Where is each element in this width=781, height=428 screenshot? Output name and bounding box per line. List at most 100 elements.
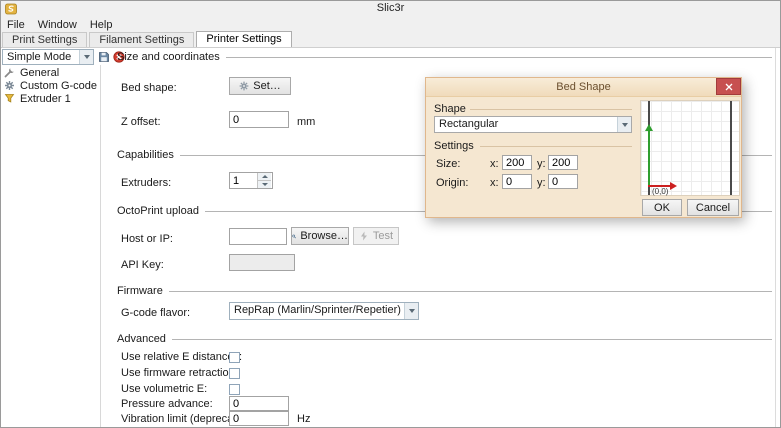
size-label: Size: <box>436 158 460 170</box>
origin-x-label: x: <box>490 177 499 189</box>
section-advanced: Advanced <box>117 333 772 345</box>
section-size-coordinates: Size and coordinates <box>117 51 772 63</box>
extruders-label: Extruders: <box>121 177 171 189</box>
dialog-close-button[interactable] <box>716 78 741 95</box>
section-rule <box>172 339 772 340</box>
origin-annotation: (0,0) <box>652 187 668 196</box>
test-button: Test <box>353 227 399 245</box>
section-title: Size and coordinates <box>117 51 220 63</box>
tree-item-extruder-1[interactable]: Extruder 1 <box>4 92 98 105</box>
x-axis-arrow-icon <box>670 182 677 190</box>
host-input[interactable] <box>229 228 287 245</box>
section-firmware: Firmware <box>117 285 772 297</box>
menu-file[interactable]: File <box>7 19 25 31</box>
extruders-spinner[interactable] <box>229 172 273 189</box>
tab-filament-settings[interactable]: Filament Settings <box>89 32 194 47</box>
tab-bar: Print Settings Filament Settings Printer… <box>1 32 780 48</box>
settings-group-rule <box>480 146 632 147</box>
close-icon <box>725 83 733 91</box>
mode-select-value: Simple Mode <box>3 50 79 64</box>
scrollbar-track[interactable] <box>775 48 776 427</box>
wrench-icon <box>4 67 15 78</box>
tree-item-label: Custom G-code <box>20 80 97 92</box>
cancel-button[interactable]: Cancel <box>687 199 739 216</box>
firmware-retraction-checkbox[interactable] <box>229 368 240 379</box>
size-y-input[interactable] <box>548 155 578 170</box>
ok-button[interactable]: OK <box>642 199 682 216</box>
tab-print-settings[interactable]: Print Settings <box>2 32 87 47</box>
menu-window[interactable]: Window <box>38 19 77 31</box>
test-button-label: Test <box>373 230 393 242</box>
shape-group-label: Shape <box>434 103 466 115</box>
tree-item-custom-gcode[interactable]: Custom G-code <box>4 79 98 92</box>
size-x-input[interactable] <box>502 155 532 170</box>
tree-item-label: General <box>20 67 59 79</box>
slic3r-window: Slic3r File Window Help Print Settings F… <box>0 0 781 428</box>
relative-e-label: Use relative E distances: <box>121 351 242 363</box>
section-rule <box>169 291 772 292</box>
z-offset-unit: mm <box>297 116 315 128</box>
extruders-input[interactable] <box>230 173 257 188</box>
firmware-retraction-label: Use firmware retraction: <box>121 367 238 379</box>
spinner-down-icon[interactable] <box>258 180 271 188</box>
z-offset-label: Z offset: <box>121 116 161 128</box>
set-gear-icon <box>239 81 249 91</box>
test-icon <box>359 231 369 241</box>
sidebar-divider <box>100 65 101 427</box>
gcode-flavor-select[interactable]: RepRap (Marlin/Sprinter/Repetier) <box>229 302 419 320</box>
mode-select[interactable]: Simple Mode <box>2 49 94 65</box>
spinner-up-icon[interactable] <box>258 173 271 180</box>
bed-shape-set-button[interactable]: Set… <box>229 77 291 95</box>
gcode-flavor-label: G-code flavor: <box>121 307 190 319</box>
gear-icon <box>4 80 15 91</box>
tree-item-general[interactable]: General <box>4 66 98 79</box>
relative-e-checkbox[interactable] <box>229 352 240 363</box>
section-rule <box>226 57 772 58</box>
menu-bar: File Window Help <box>1 17 780 32</box>
api-key-label: API Key: <box>121 259 164 271</box>
z-offset-input[interactable] <box>229 111 289 128</box>
vibration-limit-unit: Hz <box>297 413 310 425</box>
dialog-title-bar: Bed Shape <box>426 78 741 97</box>
save-preset-icon[interactable] <box>98 51 110 63</box>
tree-item-label: Extruder 1 <box>20 93 71 105</box>
bed-shape-label: Bed shape: <box>121 82 177 94</box>
volumetric-e-checkbox[interactable] <box>229 384 240 395</box>
shape-group-rule <box>470 109 632 110</box>
vibration-limit-input[interactable] <box>229 411 289 426</box>
set-button-label: Set… <box>253 80 281 92</box>
menu-help[interactable]: Help <box>90 19 113 31</box>
shape-select[interactable]: Rectangular <box>434 116 632 133</box>
bed-preview: (0,0) <box>640 100 740 196</box>
section-title: Firmware <box>117 285 163 297</box>
origin-y-input[interactable] <box>548 174 578 189</box>
volumetric-e-label: Use volumetric E: <box>121 383 207 395</box>
host-label: Host or IP: <box>121 233 173 245</box>
shape-select-value: Rectangular <box>435 117 617 132</box>
extruder-icon <box>4 93 15 104</box>
size-x-label: x: <box>490 158 499 170</box>
settings-tree: General Custom G-code Extruder 1 <box>4 66 98 105</box>
browse-icon <box>292 231 296 242</box>
api-key-input <box>229 254 295 271</box>
gcode-flavor-value: RepRap (Marlin/Sprinter/Repetier) <box>230 303 404 319</box>
spinner-buttons[interactable] <box>257 173 271 188</box>
origin-x-input[interactable] <box>502 174 532 189</box>
bed-shape-dialog: Bed Shape Shape Rectangular Settings Siz… <box>425 77 742 218</box>
tab-printer-settings[interactable]: Printer Settings <box>196 31 291 47</box>
pressure-advance-input[interactable] <box>229 396 289 411</box>
bed-right-edge <box>730 101 732 195</box>
dialog-title: Bed Shape <box>426 81 741 93</box>
chevron-down-icon <box>617 117 631 132</box>
browse-button-label: Browse… <box>300 230 348 242</box>
window-title: Slic3r <box>1 2 780 14</box>
y-axis-arrow-icon <box>645 124 653 131</box>
y-axis-line <box>648 131 650 187</box>
title-bar: Slic3r <box>1 1 780 17</box>
chevron-down-icon <box>404 303 418 319</box>
settings-group-label: Settings <box>434 140 474 152</box>
section-title: Advanced <box>117 333 166 345</box>
size-y-label: y: <box>537 158 546 170</box>
origin-y-label: y: <box>537 177 546 189</box>
browse-button[interactable]: Browse… <box>291 227 349 245</box>
